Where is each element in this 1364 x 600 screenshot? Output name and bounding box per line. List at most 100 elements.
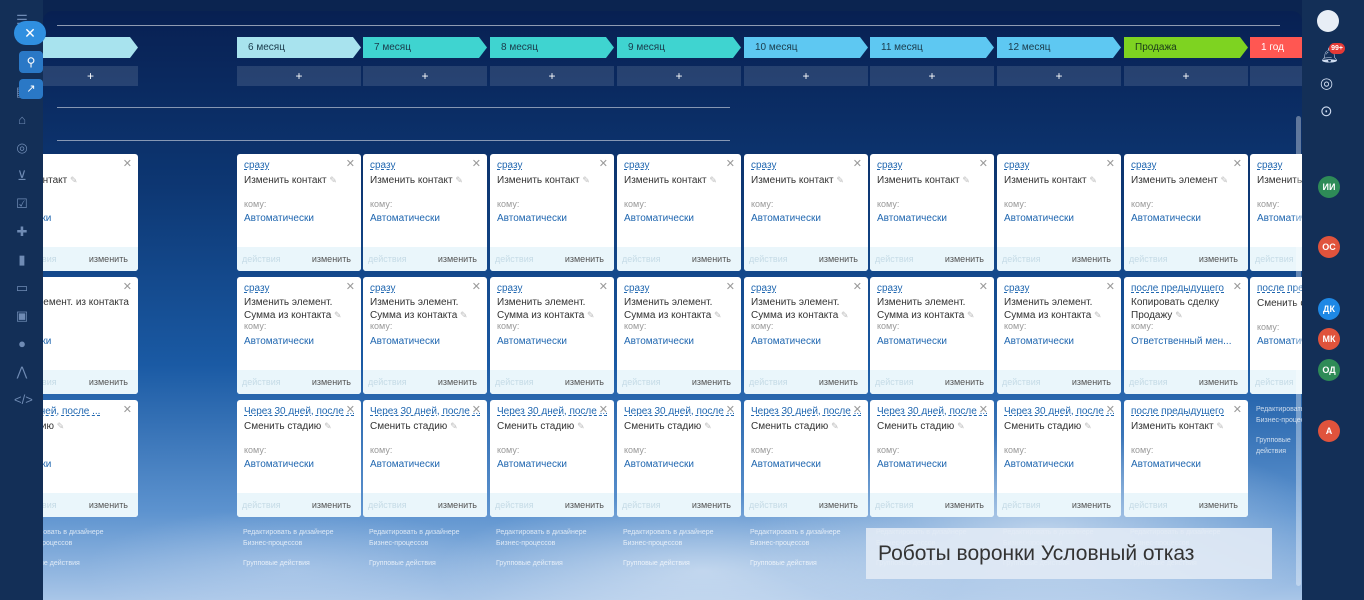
edit-link[interactable]: изменить bbox=[692, 377, 731, 387]
responsible[interactable]: Автоматически bbox=[1004, 336, 1074, 347]
robot-trigger[interactable]: сразу bbox=[244, 283, 269, 294]
robot-card[interactable]: ✕сразуИзменить контакт ✎кому:Автоматичес… bbox=[870, 154, 994, 271]
close-icon[interactable]: ✕ bbox=[346, 157, 355, 170]
robot-card[interactable]: ✕ сразу Изменить элемент. Сумма из контакт… bbox=[363, 277, 487, 394]
robot-card[interactable]: ✕ после предыдущего Копировать сделку Прод… bbox=[1124, 277, 1248, 394]
robot-trigger[interactable]: сразу bbox=[1131, 160, 1156, 171]
target-icon[interactable]: ◎ bbox=[14, 140, 30, 156]
sites-icon[interactable]: ⋀ bbox=[14, 364, 30, 380]
edit-link[interactable]: изменить bbox=[89, 377, 128, 387]
pencil-icon[interactable]: ✎ bbox=[587, 310, 595, 320]
responsible[interactable]: Автоматически bbox=[877, 459, 947, 470]
add-robot-button[interactable]: + bbox=[997, 66, 1121, 86]
close-icon[interactable]: ✕ bbox=[853, 280, 862, 293]
group-actions-link[interactable]: Групповые действия bbox=[43, 558, 80, 569]
notification-badge[interactable]: 99+ bbox=[1329, 43, 1345, 54]
edit-link[interactable]: изменить bbox=[565, 500, 604, 510]
contact-avatar[interactable]: ДК bbox=[1318, 298, 1340, 320]
robot-card[interactable]: ✕сразуИзменить контакт ✎кому:Автоматичес… bbox=[744, 154, 868, 271]
robot-trigger[interactable]: после предыдущего bbox=[1131, 406, 1224, 417]
pencil-icon[interactable]: ✎ bbox=[841, 310, 849, 320]
contact-avatar[interactable]: ИИ bbox=[1318, 176, 1340, 198]
robot-trigger[interactable]: сразу bbox=[370, 283, 395, 294]
edit-link[interactable]: изменить bbox=[945, 254, 984, 264]
responsible[interactable]: Автоматически bbox=[1131, 459, 1201, 470]
robot-trigger[interactable]: Через 30 дней, после ... bbox=[497, 406, 608, 417]
robot-trigger[interactable]: сразу bbox=[244, 160, 269, 171]
close-icon[interactable]: ✕ bbox=[853, 157, 862, 170]
close-icon[interactable]: ✕ bbox=[472, 157, 481, 170]
edit-link[interactable]: изменить bbox=[1072, 500, 1111, 510]
stage-5[interactable]: 10 месяц bbox=[744, 37, 868, 58]
robot-trigger[interactable]: сразу bbox=[370, 160, 395, 171]
edit-link[interactable]: изменить bbox=[565, 377, 604, 387]
close-icon[interactable]: ✕ bbox=[1106, 157, 1115, 170]
tasks-icon[interactable]: ☑ bbox=[14, 196, 30, 212]
edit-in-designer-link[interactable]: Редактировать в дизайнере Бизнес-процесс… bbox=[43, 527, 113, 549]
close-icon[interactable]: ✕ bbox=[1233, 157, 1242, 170]
responsible[interactable]: Автоматически bbox=[497, 459, 567, 470]
robot-trigger[interactable]: Через 30 дней, после ... bbox=[624, 406, 735, 417]
robot-card[interactable]: ✕ Через 30 дней, после ... Сменить стадию … bbox=[490, 400, 614, 517]
robot-card[interactable]: ✕ сразу Изменить элемент. Сумма из контакт… bbox=[490, 277, 614, 394]
stage-6[interactable]: 11 месяц bbox=[870, 37, 994, 58]
robot-card[interactable]: ✕сразуИзменить контакт ✎кому:Автоматичес… bbox=[997, 154, 1121, 271]
edit-link[interactable]: изменить bbox=[945, 377, 984, 387]
robot-card[interactable]: ✕ Через 30 дней, после ... Сменить стадию … bbox=[870, 400, 994, 517]
responsible[interactable]: Автоматически bbox=[244, 213, 314, 224]
link-icon[interactable]: ⚲ bbox=[19, 51, 43, 73]
pencil-icon[interactable]: ✎ bbox=[577, 421, 585, 431]
responsible[interactable]: Автоматически bbox=[497, 336, 567, 347]
search-chat-icon[interactable]: ⊙ bbox=[1320, 102, 1333, 120]
robot-card[interactable]: ✕ Через 30 дней, после ... Сменить стадию … bbox=[237, 400, 361, 517]
stage-9[interactable]: 1 год bbox=[1250, 37, 1302, 58]
edit-in-designer-link[interactable]: Редактировать в дизайнере Бизнес-процесс… bbox=[369, 527, 469, 549]
responsible[interactable]: Автоматически bbox=[751, 213, 821, 224]
robot-card[interactable]: ✕ть элемент. из контакта ✎кому:ическидей… bbox=[43, 277, 138, 394]
robot-card[interactable]: ✕ сразу Изменить элемент. Сумма из контакт… bbox=[617, 277, 741, 394]
edit-link[interactable]: изменить bbox=[819, 254, 858, 264]
pencil-icon[interactable]: ✎ bbox=[70, 175, 78, 185]
robot-icon[interactable]: ▣ bbox=[14, 308, 30, 324]
close-icon[interactable]: ✕ bbox=[123, 403, 132, 416]
responsible[interactable]: ически bbox=[43, 459, 51, 470]
add-robot-button[interactable]: + bbox=[1250, 66, 1302, 86]
pencil-icon[interactable]: ✎ bbox=[967, 310, 975, 320]
robot-card[interactable]: ✕сразуИзменить контакт ✎кому:Автоматичес… bbox=[363, 154, 487, 271]
robot-trigger[interactable]: сразу bbox=[1257, 160, 1282, 171]
group-actions-link[interactable]: Групповые действия bbox=[496, 558, 563, 569]
pencil-icon[interactable]: ✎ bbox=[1094, 310, 1102, 320]
close-icon[interactable]: ✕ bbox=[1233, 403, 1242, 416]
robot-trigger[interactable]: сразу bbox=[877, 160, 902, 171]
analytics-icon[interactable]: ▮ bbox=[14, 252, 30, 268]
edit-link[interactable]: изменить bbox=[1072, 377, 1111, 387]
add-robot-button[interactable]: + bbox=[744, 66, 868, 86]
robot-card[interactable]: ✕сразуИзменить контакт ✎кому:Автоматичес… bbox=[237, 154, 361, 271]
responsible[interactable]: Ответственный мен... bbox=[1131, 336, 1232, 347]
robot-trigger[interactable]: Через 30 дней, после ... bbox=[244, 406, 355, 417]
add-robot-button[interactable]: + bbox=[870, 66, 994, 86]
responsible[interactable]: Автоматически bbox=[877, 336, 947, 347]
responsible[interactable]: Автоматически bbox=[624, 336, 694, 347]
stage-0[interactable] bbox=[43, 37, 138, 58]
pencil-icon[interactable]: ✎ bbox=[455, 175, 463, 185]
responsible[interactable]: Автоматически bbox=[370, 459, 440, 470]
robot-trigger[interactable]: сразу bbox=[497, 283, 522, 294]
robot-trigger[interactable]: сразу bbox=[624, 160, 649, 171]
robot-card[interactable]: ✕ Через 30 дней, после ... Сменить стадию … bbox=[997, 400, 1121, 517]
edit-link[interactable]: изменить bbox=[1199, 254, 1238, 264]
close-icon[interactable]: ✕ bbox=[979, 157, 988, 170]
robot-trigger[interactable]: сразу bbox=[877, 283, 902, 294]
robot-trigger[interactable]: 30 дней, после ... bbox=[43, 406, 100, 417]
robot-card[interactable]: ✕сразуИзменить контакт ✎кому:Автоматичес… bbox=[1250, 154, 1302, 271]
edit-link[interactable]: изменить bbox=[565, 254, 604, 264]
close-icon[interactable]: ✕ bbox=[1106, 280, 1115, 293]
robot-trigger[interactable]: сразу bbox=[751, 160, 776, 171]
pencil-icon[interactable]: ✎ bbox=[709, 175, 717, 185]
responsible[interactable]: Автоматически bbox=[751, 336, 821, 347]
close-icon[interactable]: ✕ bbox=[599, 157, 608, 170]
responsible[interactable]: Автоматически bbox=[877, 213, 947, 224]
robot-card[interactable]: ✕сразуИзменить контакт ✎кому:Автоматичес… bbox=[617, 154, 741, 271]
pencil-icon[interactable]: ✎ bbox=[704, 421, 712, 431]
robot-card[interactable]: ✕ Через 30 дней, после ... Сменить стадию … bbox=[363, 400, 487, 517]
